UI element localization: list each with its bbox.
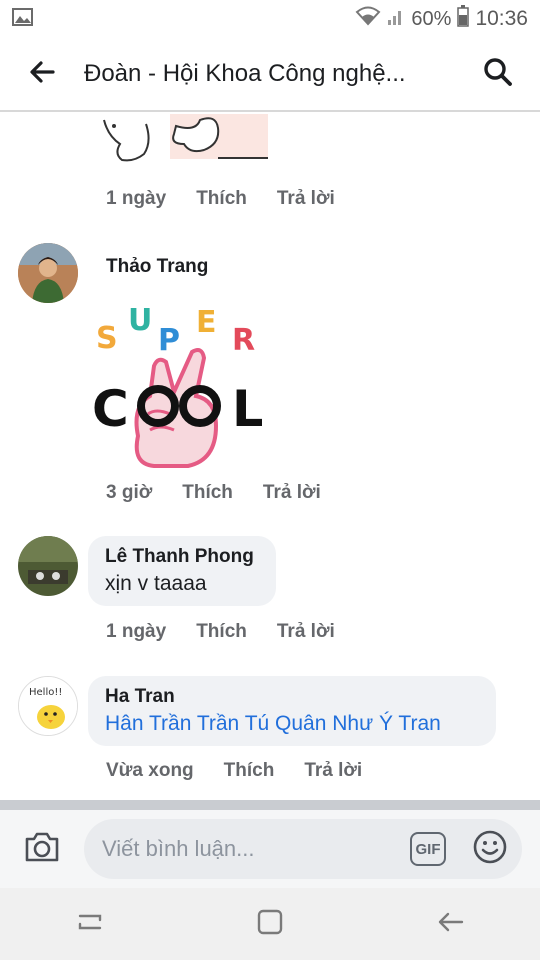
comment-meta: 3 giờ Thích Trả lời	[106, 482, 321, 504]
search-icon	[483, 57, 513, 92]
battery-percent: 60%	[411, 7, 452, 30]
comment-bubble: Lê Thanh Phong xịn v taaaa	[88, 536, 276, 606]
commenter-name[interactable]: Ha Tran	[105, 686, 478, 708]
back-button[interactable]	[0, 37, 84, 111]
sticker-letter: U	[128, 303, 152, 338]
sticker-letter: E	[196, 305, 217, 340]
sticker-letter: P	[158, 323, 180, 358]
sticker-letter: L	[232, 380, 262, 438]
comment-time: 3 giờ	[106, 482, 153, 503]
camera-button[interactable]	[0, 810, 84, 888]
comment-text: xịn v taaaa	[105, 572, 207, 595]
clock: 10:36	[475, 7, 528, 30]
gallery-notification-icon	[12, 7, 34, 32]
avatar[interactable]	[18, 243, 78, 303]
comment-bubble: Ha Tran Hân Trần Trần Tú Quân Như Ý Tran	[88, 676, 496, 746]
recent-apps-icon	[76, 910, 104, 939]
composer-divider	[0, 800, 540, 810]
wifi-icon	[355, 6, 381, 32]
app-header: Đoàn - Hội Khoa Công nghệ...	[0, 38, 540, 112]
comment-composer: Viết bình luận... GIF	[0, 810, 540, 888]
signal-icon	[387, 6, 405, 32]
like-link[interactable]: Thích	[182, 482, 233, 504]
page-title: Đoàn - Hội Khoa Công nghệ...	[84, 60, 406, 87]
sticker-letter: S	[96, 321, 118, 356]
comment-meta: 1 ngày Thích Trả lời	[106, 621, 335, 643]
smiley-icon	[472, 829, 508, 870]
avatar[interactable]: Hello!!	[18, 676, 78, 736]
home-icon	[256, 908, 284, 941]
reply-link[interactable]: Trả lời	[263, 482, 321, 504]
status-bar: 60% 10:36	[0, 0, 540, 38]
comment-input[interactable]: Viết bình luận... GIF	[84, 819, 522, 879]
like-link[interactable]: Thích	[196, 621, 247, 643]
tagged-users-link[interactable]: Hân Trần Trần Tú Quân Như Ý Tran	[105, 712, 478, 736]
comment-time: 1 ngày	[106, 188, 167, 209]
comments-list: 1 ngày Thích Trả lời Thảo Trang S U P E …	[0, 114, 540, 800]
arrow-left-icon	[29, 60, 55, 88]
comment-meta: Vừa xong Thích Trả lời	[106, 760, 362, 782]
commenter-name[interactable]: Lê Thanh Phong	[105, 546, 258, 568]
comment-meta: 1 ngày Thích Trả lời	[106, 188, 335, 210]
avatar[interactable]	[18, 536, 78, 596]
sticker-image	[100, 114, 270, 164]
system-back-button[interactable]	[400, 888, 500, 960]
comment-input-placeholder: Viết bình luận...	[102, 836, 255, 861]
commenter-name[interactable]: Thảo Trang	[106, 256, 208, 278]
comment-time: 1 ngày	[106, 621, 167, 642]
sticker-letter: C	[92, 380, 129, 438]
battery-icon	[457, 5, 470, 33]
reply-link[interactable]: Trả lời	[277, 188, 335, 210]
reply-link[interactable]: Trả lời	[304, 760, 362, 782]
sticker-letter: R	[232, 323, 255, 358]
home-button[interactable]	[220, 888, 320, 960]
like-link[interactable]: Thích	[224, 760, 275, 782]
like-link[interactable]: Thích	[196, 188, 247, 210]
super-cool-sticker[interactable]: S U P E R C L	[92, 296, 264, 472]
recent-apps-button[interactable]	[40, 888, 140, 960]
search-button[interactable]	[456, 37, 540, 111]
avatar-text: Hello!!	[29, 687, 62, 698]
camera-icon	[24, 831, 60, 868]
emoji-button[interactable]	[472, 829, 508, 870]
gif-button[interactable]: GIF	[410, 832, 446, 866]
comment-time: Vừa xong	[106, 760, 194, 781]
back-arrow-icon	[436, 910, 464, 939]
reply-link[interactable]: Trả lời	[277, 621, 335, 643]
system-nav-bar	[0, 888, 540, 960]
